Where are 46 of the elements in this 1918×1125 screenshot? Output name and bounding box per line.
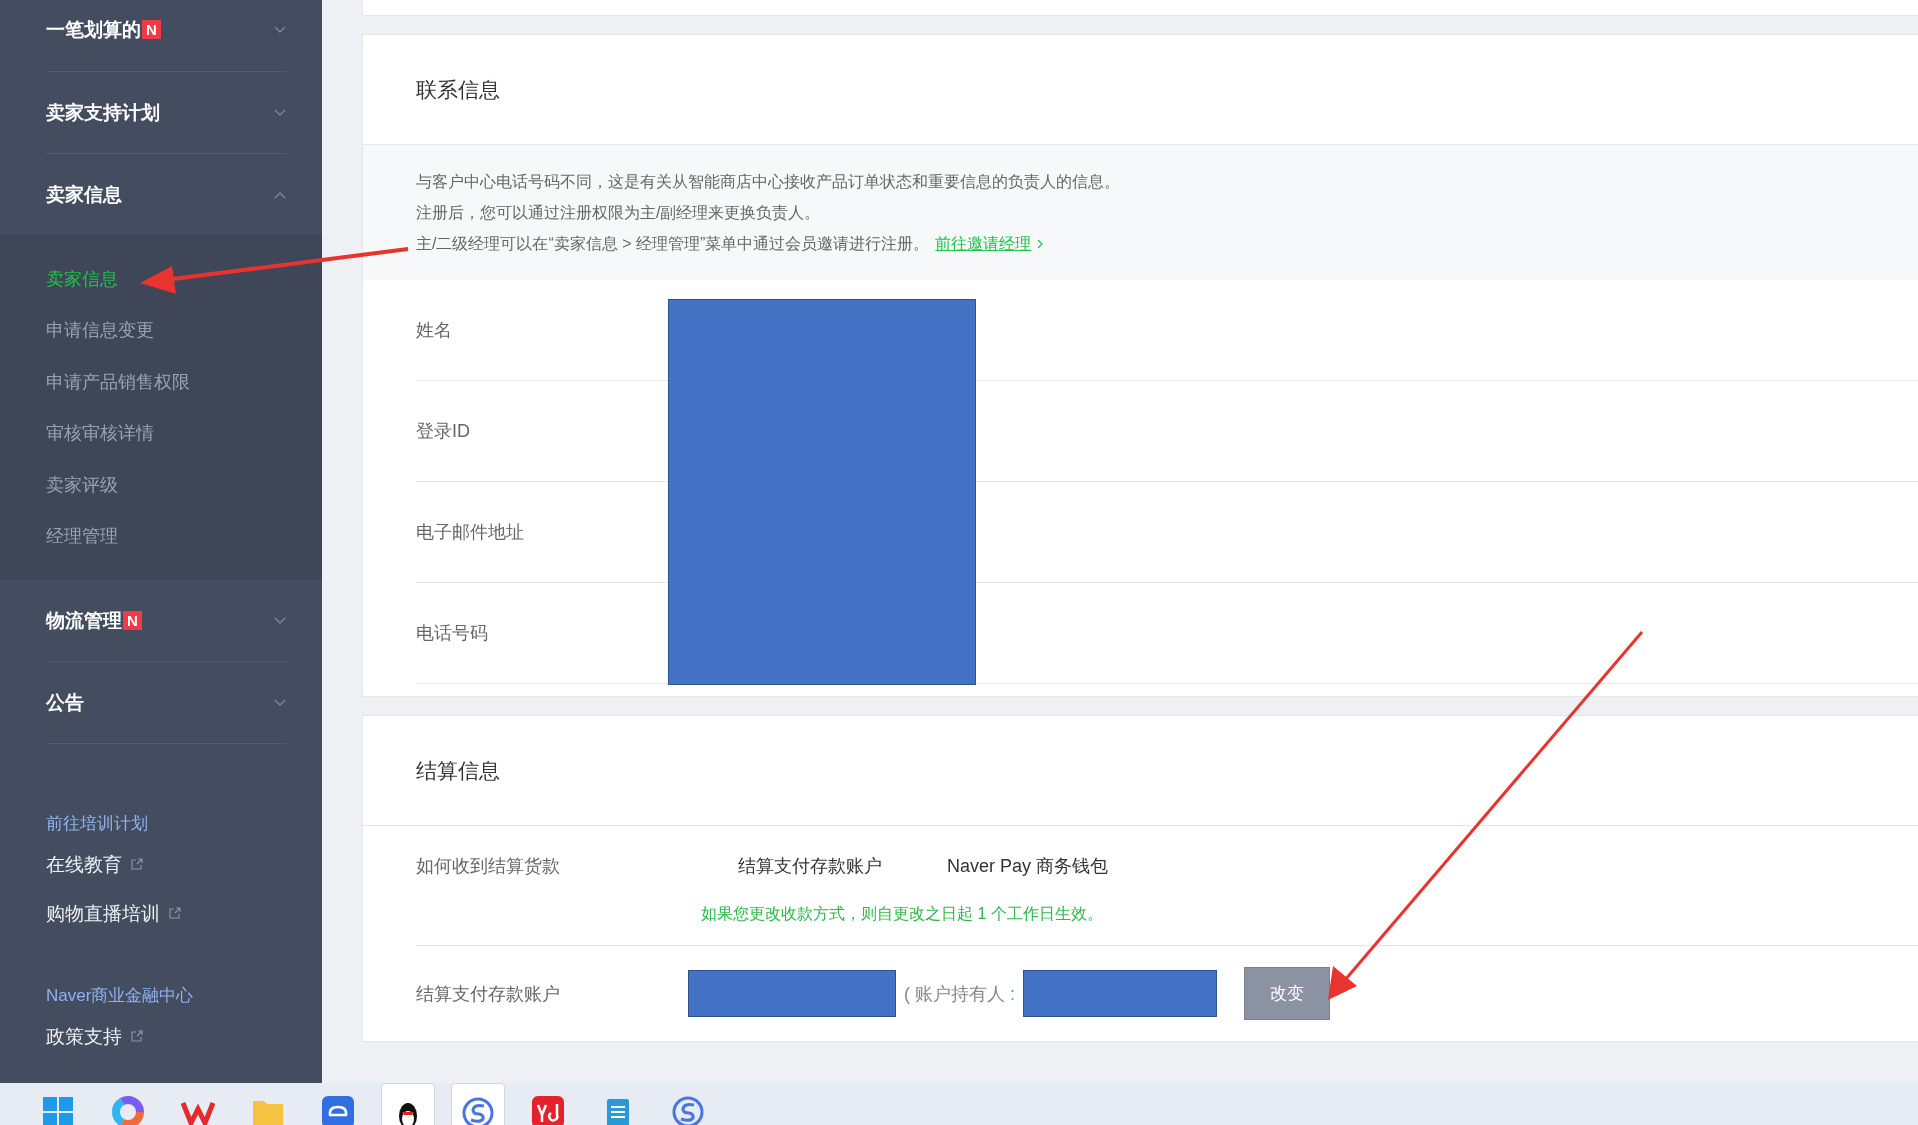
menu-item[interactable]: 公告 xyxy=(46,662,286,744)
field-label: 结算支付存款账户 xyxy=(416,982,561,1006)
notice-text: 注册后，您可以通过注册权限为主/副经理来更换负责人。 xyxy=(416,203,822,223)
taskbar-button[interactable] xyxy=(381,1083,435,1125)
field-label: 电话号码 xyxy=(416,622,488,645)
submenu-item[interactable]: 申请产品销售权限 xyxy=(46,356,322,408)
app-logo-icon xyxy=(531,1095,565,1125)
menu-item[interactable]: 物流管理 N xyxy=(46,580,286,662)
submenu-item[interactable]: 经理管理 xyxy=(46,510,322,562)
menu-item[interactable]: 卖家信息 xyxy=(46,154,286,236)
s-logo-icon xyxy=(461,1096,495,1125)
field-label: 电子邮件地址 xyxy=(416,521,524,544)
menu-item[interactable]: 一笔划算的 N xyxy=(46,0,286,72)
external-link-icon xyxy=(130,1030,143,1043)
chevron-down-icon xyxy=(274,25,286,34)
field-label: ( 账户持有人 : xyxy=(904,982,1015,1006)
notice-text: 与客户中心电话号码不同，这是有关从智能商店中心接收产品订单状态和重要信息的负责人的信息。 xyxy=(416,172,1121,192)
chevron-down-icon xyxy=(274,698,286,707)
field-label: 姓名 xyxy=(416,319,452,342)
notice-text: 如果您更改收款方式，则自更改之日起 1 个工作日生效。 xyxy=(701,904,1104,924)
external-link[interactable]: 在线教育 xyxy=(46,840,143,889)
submenu-item[interactable]: 卖家信息 xyxy=(46,253,322,305)
s-logo-icon xyxy=(671,1095,705,1125)
section-title: 前往培训计划 xyxy=(46,812,148,835)
section-title: 结算信息 xyxy=(363,716,1918,826)
chevron-down-icon xyxy=(274,108,286,117)
color-ring-icon xyxy=(111,1095,145,1125)
cloud-app-icon xyxy=(321,1095,355,1125)
external-link-icon xyxy=(130,858,143,871)
chevron-right-icon xyxy=(1037,239,1044,249)
section-title: Naver商业金融中心 xyxy=(46,984,194,1007)
payment-option[interactable]: 结算支付存款账户 xyxy=(738,854,882,878)
menu-item[interactable]: 卖家支持计划 xyxy=(46,72,286,154)
external-link[interactable]: 政策支持 xyxy=(46,1012,143,1061)
notice-text: 主/二级经理可以在“卖家信息 > 经理管理”菜单中通过会员邀请进行注册。 前往邀请经理 xyxy=(416,231,1865,256)
windows-icon xyxy=(41,1095,75,1125)
submenu-item[interactable]: 申请信息变更 xyxy=(46,304,322,356)
submenu-item[interactable]: 卖家评级 xyxy=(46,459,322,511)
submenu-item[interactable]: 审核审核详情 xyxy=(46,407,322,459)
chevron-up-icon xyxy=(274,191,286,199)
external-link[interactable]: 购物直播培训 xyxy=(46,889,181,938)
external-link-icon xyxy=(168,907,181,920)
chevron-down-icon xyxy=(274,616,286,625)
field-label: 如何收到结算货款 xyxy=(416,855,561,878)
field-label: 登录ID xyxy=(416,420,470,443)
payment-option[interactable]: Naver Pay 商务钱包 xyxy=(947,854,1109,878)
